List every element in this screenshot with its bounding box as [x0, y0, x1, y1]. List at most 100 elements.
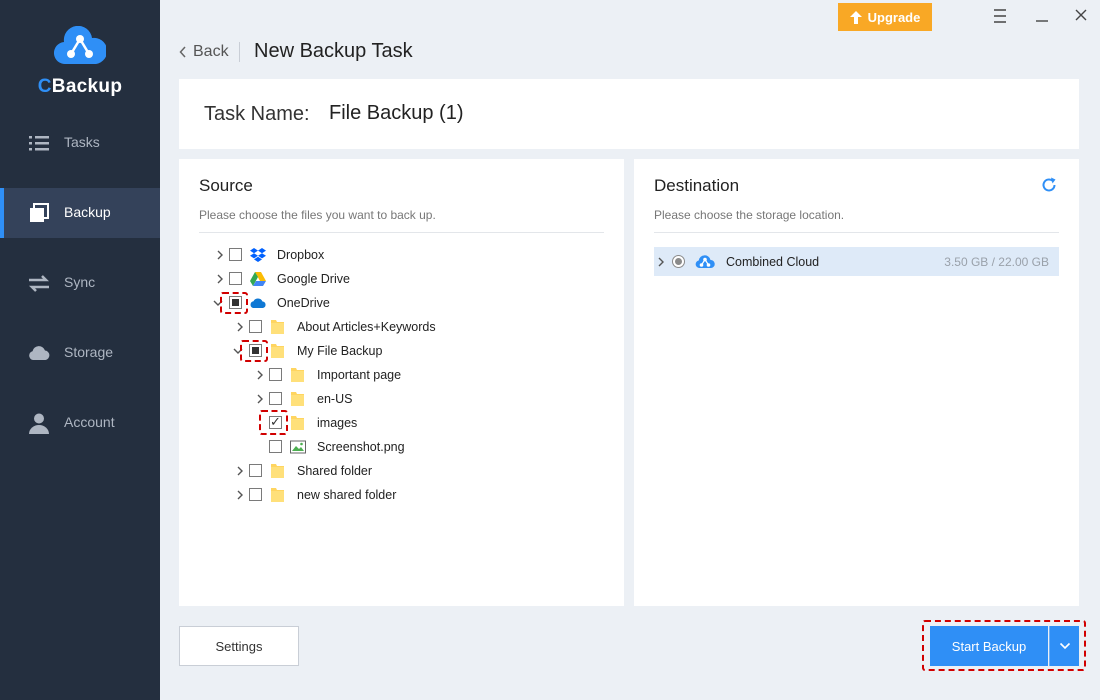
highlight-my-file-backup-checkbox: [240, 340, 268, 362]
tree-item-images[interactable]: images: [179, 412, 624, 434]
source-divider: [199, 232, 604, 233]
folder-icon: [271, 344, 284, 358]
sidebar-item-account[interactable]: Account: [0, 398, 160, 448]
folder-icon: [271, 320, 284, 334]
checkbox[interactable]: [269, 368, 282, 381]
logo-suffix: Backup: [51, 76, 123, 97]
checkbox[interactable]: [249, 320, 262, 333]
tree-item-label: en-US: [317, 392, 353, 406]
chevron-left-icon: [179, 46, 186, 58]
tree-item-label: Google Drive: [277, 272, 350, 286]
checkbox[interactable]: [229, 272, 242, 285]
close-icon[interactable]: [1069, 6, 1093, 26]
tree-item-new-shared-folder[interactable]: new shared folder: [179, 484, 624, 506]
tree-item-screenshot[interactable]: Screenshot.png: [179, 436, 624, 458]
sidebar-item-label: Account: [64, 414, 115, 430]
checkbox[interactable]: [249, 488, 262, 501]
tree-item-label: OneDrive: [277, 296, 330, 310]
source-title: Source: [199, 176, 253, 195]
backup-icon: [30, 203, 49, 222]
refresh-icon[interactable]: [1040, 176, 1058, 194]
menu-icon[interactable]: [988, 6, 1012, 26]
chevron-right-icon[interactable]: [235, 464, 245, 478]
tree-item-label: Shared folder: [297, 464, 373, 478]
checkbox[interactable]: [269, 440, 282, 453]
logo-text: CBackup: [0, 76, 160, 98]
sidebar-item-backup[interactable]: Backup: [0, 188, 160, 238]
cloud-icon: [29, 346, 50, 360]
combined-cloud-icon: [695, 255, 715, 268]
tree-item-label: new shared folder: [297, 488, 397, 502]
logo-icon: [54, 26, 106, 65]
destination-size: 3.50 GB / 22.00 GB: [944, 255, 1049, 269]
radio-button[interactable]: [672, 255, 685, 268]
tree-item-label: About Articles+Keywords: [297, 320, 436, 334]
google-drive-icon: [250, 272, 266, 286]
folder-icon: [271, 488, 284, 502]
highlight-images-checkbox: [259, 410, 288, 435]
sidebar-item-sync[interactable]: Sync: [0, 258, 160, 308]
upgrade-arrow-icon: [849, 10, 862, 24]
chevron-right-icon[interactable]: [215, 272, 225, 286]
folder-icon: [271, 464, 284, 478]
tree-item-label: Screenshot.png: [317, 440, 405, 454]
sidebar-item-storage[interactable]: Storage: [0, 328, 160, 378]
task-name-value[interactable]: File Backup (1): [329, 102, 464, 125]
chevron-right-icon[interactable]: [235, 320, 245, 334]
tree-item-dropbox[interactable]: Dropbox: [179, 244, 624, 266]
destination-description: Please choose the storage location.: [654, 208, 845, 222]
chevron-right-icon[interactable]: [255, 392, 265, 406]
sidebar-item-label: Backup: [64, 204, 111, 220]
folder-icon: [291, 416, 304, 430]
tree-item-label: My File Backup: [297, 344, 383, 358]
sidebar-item-label: Sync: [64, 274, 96, 290]
task-name-panel: Task Name: File Backup (1): [179, 79, 1079, 149]
chevron-right-icon[interactable]: [215, 248, 225, 262]
sidebar-item-label: Storage: [64, 344, 114, 360]
tree-item-shared-folder[interactable]: Shared folder: [179, 460, 624, 482]
highlight-onedrive-checkbox: [220, 292, 248, 314]
dropbox-icon: [250, 248, 266, 262]
tree-item-important-page[interactable]: Important page: [179, 364, 624, 386]
destination-divider: [654, 232, 1059, 233]
destination-title: Destination: [654, 176, 740, 195]
checkbox[interactable]: [229, 248, 242, 261]
logo-prefix: C: [37, 76, 52, 97]
upgrade-button[interactable]: Upgrade: [838, 3, 932, 31]
back-label: Back: [193, 43, 229, 60]
page-title: New Backup Task: [254, 40, 413, 62]
destination-name: Combined Cloud: [726, 255, 820, 269]
sidebar-item-label: Tasks: [64, 134, 100, 150]
destination-panel: Destination Please choose the storage lo…: [634, 159, 1079, 606]
app-logo: CBackup: [0, 22, 160, 102]
upgrade-label: Upgrade: [867, 9, 921, 25]
header-divider: [239, 42, 240, 62]
image-file-icon: [290, 440, 306, 454]
source-panel: Source Please choose the files you want …: [179, 159, 624, 606]
user-icon: [29, 413, 49, 434]
tree-item-label: Important page: [317, 368, 402, 382]
destination-item-combined-cloud[interactable]: Combined Cloud 3.50 GB / 22.00 GB: [654, 247, 1059, 276]
source-description: Please choose the files you want to back…: [199, 208, 436, 222]
tree-item-en-us[interactable]: en-US: [179, 388, 624, 410]
tree-item-label: images: [317, 416, 358, 430]
chevron-right-icon[interactable]: [656, 255, 666, 269]
chevron-right-icon[interactable]: [255, 368, 265, 382]
sync-icon: [28, 275, 50, 292]
folder-icon: [291, 392, 304, 406]
checkbox[interactable]: [249, 464, 262, 477]
settings-label: Settings: [215, 638, 263, 654]
minimize-icon[interactable]: [1030, 6, 1054, 26]
onedrive-icon: [250, 298, 266, 308]
tree-item-google-drive[interactable]: Google Drive: [179, 268, 624, 290]
sidebar: CBackup Tasks Backup Sync Storage Accoun…: [0, 0, 160, 700]
chevron-right-icon[interactable]: [235, 488, 245, 502]
tree-item-about-articles[interactable]: About Articles+Keywords: [179, 316, 624, 338]
back-button[interactable]: Back: [179, 43, 229, 61]
list-icon: [29, 136, 49, 151]
highlight-start-backup: [922, 620, 1086, 671]
settings-button[interactable]: Settings: [179, 626, 299, 666]
checkbox[interactable]: [269, 392, 282, 405]
folder-icon: [291, 368, 304, 382]
sidebar-item-tasks[interactable]: Tasks: [0, 118, 160, 168]
